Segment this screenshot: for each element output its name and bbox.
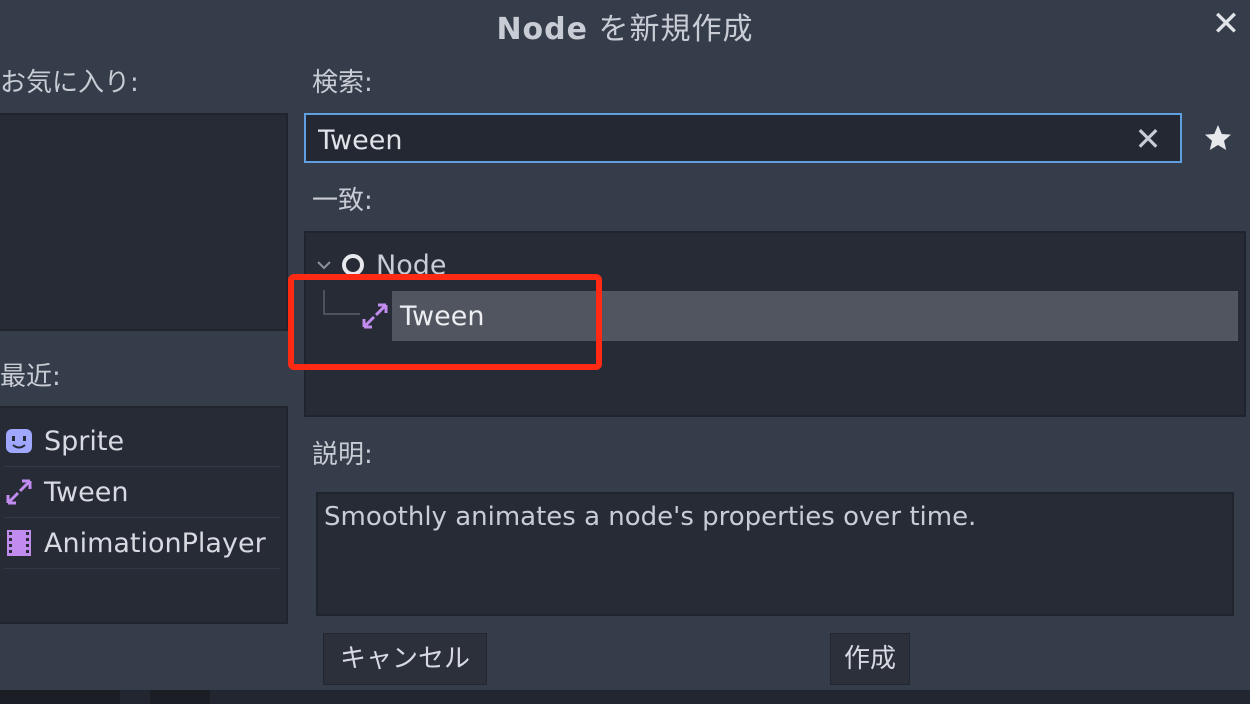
background-segment: [0, 690, 120, 704]
recent-item-label: Sprite: [44, 425, 125, 457]
highlight-annotation: [288, 274, 602, 370]
recent-item-animation-player[interactable]: AnimationPlayer: [4, 518, 280, 569]
animation-player-icon: [7, 530, 31, 556]
recent-item-label: Tween: [44, 476, 129, 508]
dialog-title-rest: を新規作成: [588, 12, 754, 47]
description-text: Smoothly animates a node's properties ov…: [324, 502, 977, 532]
create-button[interactable]: 作成: [830, 633, 910, 685]
favorites-list[interactable]: [0, 113, 288, 331]
star-icon[interactable]: [1198, 118, 1238, 158]
favorites-label: お気に入り:: [0, 68, 139, 98]
description-label: 説明:: [312, 440, 373, 470]
search-label: 検索:: [312, 68, 373, 98]
create-node-dialog: Node を新規作成 ✕ お気に入り: 最近: Sprite Tween Ani…: [0, 0, 1250, 690]
recent-item-tween[interactable]: Tween: [4, 467, 280, 518]
matches-label: 一致:: [312, 186, 373, 216]
recent-item-sprite[interactable]: Sprite: [4, 416, 280, 467]
search-field[interactable]: ✕: [304, 113, 1182, 163]
dialog-title-node: Node: [496, 12, 588, 47]
close-icon[interactable]: ✕: [1206, 4, 1246, 44]
tween-icon: [6, 479, 32, 505]
clear-icon[interactable]: ✕: [1130, 119, 1166, 159]
chevron-down-icon[interactable]: [314, 255, 334, 275]
recent-label: 最近:: [0, 362, 61, 392]
dialog-title: Node を新規作成: [0, 4, 1250, 48]
recent-item-label: AnimationPlayer: [44, 527, 266, 559]
search-input[interactable]: [316, 121, 1120, 159]
cancel-button[interactable]: キャンセル: [323, 633, 487, 685]
background-editor-strip: [0, 690, 1250, 704]
background-segment: [150, 690, 210, 704]
sprite-icon: [6, 429, 32, 453]
